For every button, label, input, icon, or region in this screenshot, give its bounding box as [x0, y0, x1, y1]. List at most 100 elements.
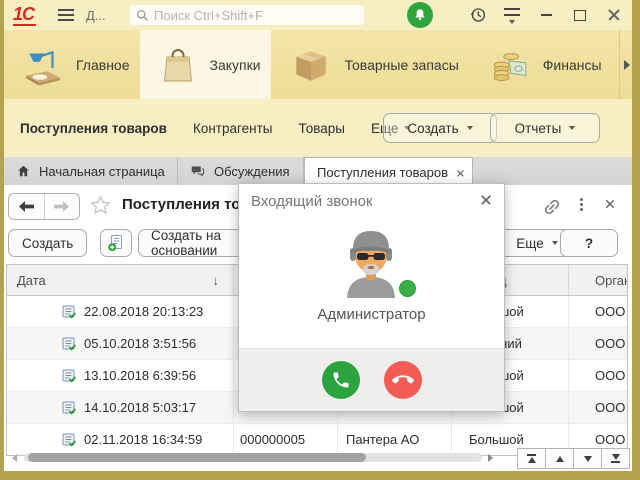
phone-decline-icon — [392, 369, 414, 391]
cell-organization: ООО — [595, 368, 625, 383]
section-zakupki[interactable]: Закупки — [140, 30, 271, 99]
submenu-item-postupleniya[interactable]: Поступления товаров — [20, 121, 167, 136]
dialog-title: Входящий звонок — [251, 193, 373, 210]
cell-date: 05.10.2018 3:51:56 — [84, 336, 196, 351]
next-record-button[interactable] — [573, 448, 602, 469]
more-options-icon[interactable] — [580, 198, 583, 201]
create-button[interactable]: Создать — [8, 229, 87, 257]
history-icon[interactable] — [469, 6, 487, 24]
minimize-button[interactable] — [537, 6, 555, 24]
copy-document-icon — [107, 234, 125, 252]
close-window-button[interactable] — [605, 6, 623, 24]
submenu-label: Поступления товаров — [20, 121, 167, 136]
cell-date: 13.10.2018 6:39:56 — [84, 368, 196, 383]
tab-label: Поступления товаров — [317, 165, 448, 180]
submenu-label: Товары — [299, 121, 345, 136]
ribbon-scroll-right[interactable] — [619, 30, 630, 99]
caller-name: Администратор — [239, 306, 504, 323]
close-tab-icon[interactable] — [457, 169, 459, 174]
button-label: ? — [585, 236, 593, 251]
document-posted-icon — [61, 336, 77, 352]
global-search-input[interactable]: Поиск Ctrl+Shift+F — [130, 5, 364, 25]
last-record-button[interactable] — [601, 448, 630, 469]
open-tabs-bar: Начальная страница Обсуждения Поступлени… — [4, 157, 632, 186]
cell-organization: ООО — [595, 336, 625, 351]
cell-organization: ООО — [595, 400, 625, 415]
submenu-label: Контрагенты — [193, 121, 273, 136]
favorite-star-icon[interactable] — [90, 195, 111, 218]
close-dialog-icon[interactable] — [481, 195, 491, 205]
chevron-down-icon — [552, 241, 558, 245]
section-label: Товарные запасы — [345, 57, 459, 73]
cell-date: 14.10.2018 5:03:17 — [84, 400, 196, 415]
close-icon — [608, 9, 620, 21]
coins-icon — [487, 44, 531, 86]
submenu-bar: Поступления товаров Контрагенты Товары Е… — [4, 99, 632, 157]
section-glavnoe[interactable]: Главное — [4, 30, 140, 99]
chat-icon — [190, 164, 206, 179]
column-label: Дата — [17, 273, 46, 288]
chevron-right-icon — [624, 60, 630, 70]
table-scroll-row — [4, 448, 632, 468]
button-label: Создать — [22, 236, 73, 251]
first-record-button[interactable] — [517, 448, 546, 469]
logo-text: 1С — [13, 4, 34, 24]
titlebar: 1С Д... Поиск Ctrl+Shift+F — [4, 0, 632, 30]
cell-counterparty: Пантера АО — [346, 432, 419, 447]
tab-home[interactable]: Начальная страница — [4, 157, 178, 185]
document-posted-icon — [61, 368, 77, 384]
reports-menu-button[interactable]: Отчеты — [490, 113, 600, 143]
answer-call-button[interactable] — [322, 361, 360, 399]
1c-logo: 1С — [13, 4, 36, 26]
maximize-button[interactable] — [571, 6, 589, 24]
back-button[interactable] — [9, 194, 45, 219]
button-label: Отчеты — [515, 121, 562, 136]
main-menu-icon[interactable] — [58, 9, 74, 21]
desk-lamp-icon — [22, 44, 64, 86]
cell-warehouse: Большой — [469, 432, 524, 447]
cell-organization: ООО — [595, 432, 625, 447]
horizontal-scrollbar[interactable] — [24, 453, 482, 462]
button-label: Еще — [516, 236, 543, 251]
previous-record-button[interactable] — [545, 448, 574, 469]
create-by-copy-button[interactable] — [100, 229, 132, 257]
column-label: Организация — [595, 273, 627, 288]
submenu-item-tovary[interactable]: Товары — [299, 121, 345, 136]
button-label: Создать — [407, 121, 458, 136]
submenu-item-kontragenty[interactable]: Контрагенты — [193, 121, 273, 136]
create-menu-button[interactable]: Создать — [383, 113, 497, 143]
tab-discussions[interactable]: Обсуждения — [178, 157, 304, 185]
help-button[interactable]: ? — [560, 229, 618, 257]
scroll-left-arrow[interactable] — [12, 454, 17, 462]
forward-button[interactable] — [45, 194, 80, 219]
section-finansy[interactable]: Финансы — [469, 30, 612, 99]
shopping-bag-icon — [158, 44, 198, 86]
arrow-right-icon — [54, 201, 69, 212]
tab-postupleniya-tovarov[interactable]: Поступления товаров — [304, 157, 473, 186]
get-link-icon[interactable] — [542, 197, 562, 220]
history-nav-group — [8, 193, 80, 220]
cell-organization: ООО — [595, 304, 625, 319]
column-header-organization[interactable]: Организация — [569, 265, 627, 295]
titlebar-controls — [469, 0, 631, 30]
decline-call-button[interactable] — [384, 361, 422, 399]
sort-descending-icon: ↓ — [213, 273, 220, 288]
window-title: Д... — [86, 8, 106, 23]
document-posted-icon — [61, 304, 77, 320]
bell-icon — [412, 7, 428, 23]
home-icon — [16, 164, 31, 178]
service-settings-icon[interactable] — [503, 6, 521, 24]
search-placeholder: Поиск Ctrl+Shift+F — [154, 8, 263, 23]
arrow-left-icon — [19, 201, 34, 212]
column-header-date[interactable]: Дата ↓ — [7, 265, 234, 295]
section-label: Финансы — [543, 57, 602, 73]
chevron-down-icon — [569, 126, 575, 130]
close-form-icon[interactable] — [606, 200, 615, 209]
app-window: 1С Д... Поиск Ctrl+Shift+F — [4, 0, 632, 471]
chevron-down-icon — [467, 126, 473, 130]
notifications-icon[interactable] — [407, 2, 433, 28]
section-tovarnye-zapasy[interactable]: Товарные запасы — [271, 30, 469, 99]
scroll-right-arrow[interactable] — [488, 454, 493, 462]
record-nav-buttons — [518, 448, 630, 469]
scrollbar-thumb[interactable] — [28, 453, 366, 462]
